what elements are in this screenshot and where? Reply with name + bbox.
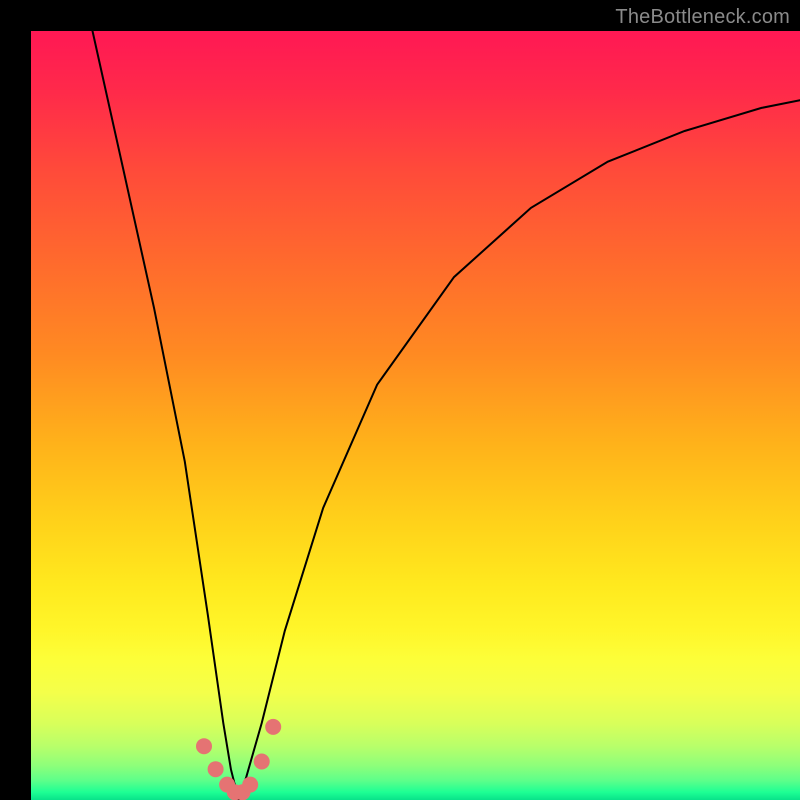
- main-curve: [93, 31, 800, 800]
- valley-dot: [265, 719, 281, 735]
- valley-dot: [242, 777, 258, 793]
- chart-svg: [31, 31, 800, 800]
- chart-frame: TheBottleneck.com: [0, 0, 800, 800]
- valley-dot: [196, 738, 212, 754]
- valley-dot: [254, 754, 270, 770]
- plot-area: [31, 31, 800, 800]
- watermark-text: TheBottleneck.com: [615, 6, 790, 29]
- valley-dots-group: [196, 719, 281, 800]
- valley-dot: [208, 761, 224, 777]
